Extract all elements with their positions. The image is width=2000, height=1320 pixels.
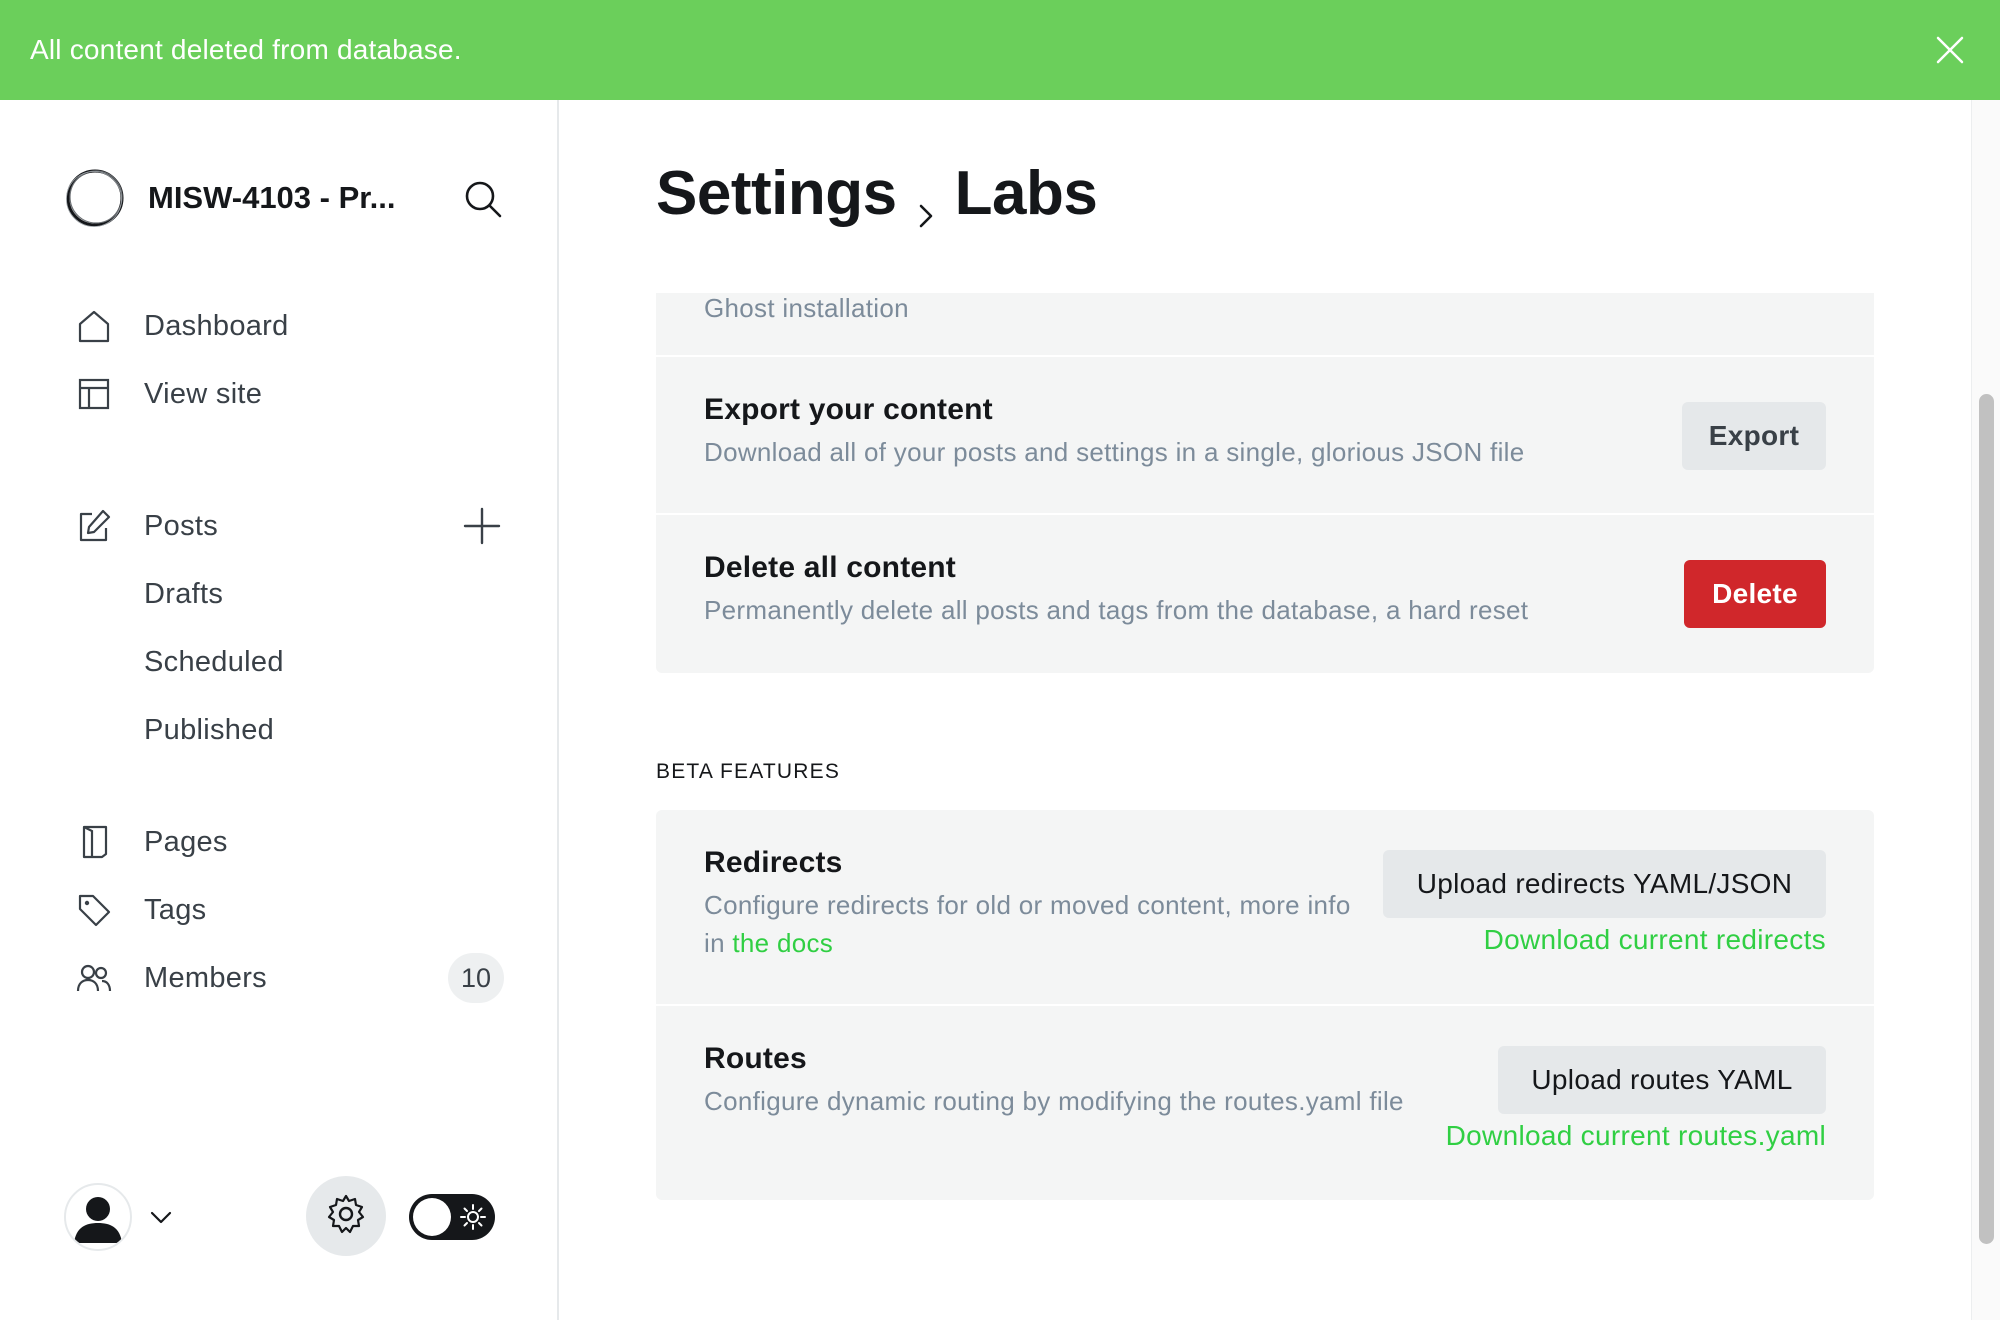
- avatar: [64, 1183, 132, 1251]
- notification-banner: All content deleted from database.: [0, 0, 2000, 100]
- pages-icon: [74, 822, 114, 862]
- page-title: Settings Labs: [656, 158, 1098, 229]
- export-button[interactable]: Export: [1682, 402, 1826, 470]
- redirects-desc: Configure redirects for old or moved con…: [704, 886, 1364, 962]
- members-icon: [74, 958, 114, 998]
- download-redirects-link[interactable]: Download current redirects: [1484, 924, 1826, 956]
- delete-title: Delete all content: [704, 551, 956, 584]
- breadcrumb-settings[interactable]: Settings: [656, 158, 897, 229]
- notification-message: All content deleted from database.: [30, 34, 462, 65]
- tag-icon: [74, 890, 114, 930]
- chevron-down-icon: [146, 1202, 176, 1232]
- nav-dashboard-label: Dashboard: [144, 309, 289, 342]
- export-row: Export your content Download all of your…: [656, 357, 1874, 515]
- nav-view-site[interactable]: View site: [74, 367, 504, 421]
- theme-toggle[interactable]: [409, 1194, 495, 1240]
- upload-routes-button[interactable]: Upload routes YAML: [1498, 1046, 1826, 1114]
- user-menu[interactable]: [64, 1183, 176, 1251]
- nav-tags[interactable]: Tags: [74, 883, 504, 937]
- breadcrumb-labs: Labs: [954, 159, 1098, 228]
- nav-pages[interactable]: Pages: [74, 815, 504, 869]
- sidebar: MISW-4103 - Pr... Dashboard View site Po…: [0, 100, 559, 1320]
- main-content: Settings Labs Ghost installation Export …: [561, 100, 1971, 1320]
- export-title: Export your content: [704, 393, 993, 426]
- delete-button[interactable]: Delete: [1684, 560, 1826, 628]
- nav-tags-label: Tags: [144, 893, 207, 926]
- beta-features-group: Redirects Configure redirects for old or…: [656, 810, 1874, 1200]
- site-title: MISW-4103 - Pr...: [148, 180, 396, 215]
- scrollbar-thumb[interactable]: [1979, 394, 1994, 1244]
- delete-row: Delete all content Permanently delete al…: [656, 515, 1874, 673]
- nav-members-label: Members: [144, 961, 267, 994]
- nav-drafts[interactable]: Drafts: [144, 569, 223, 619]
- chevron-right-icon: [913, 177, 939, 227]
- nav-view-site-label: View site: [144, 377, 263, 410]
- beta-features-heading: BETA FEATURES: [656, 760, 841, 783]
- import-row-partial: Ghost installation: [656, 293, 1874, 357]
- delete-desc: Permanently delete all posts and tags fr…: [704, 595, 1529, 625]
- nav-published[interactable]: Published: [144, 705, 274, 755]
- site-logo-icon: [64, 167, 126, 229]
- routes-desc: Configure dynamic routing by modifying t…: [704, 1086, 1404, 1116]
- members-count-badge: 10: [448, 953, 504, 1003]
- export-desc: Download all of your posts and settings …: [704, 437, 1525, 467]
- sun-icon: [459, 1203, 487, 1231]
- close-icon[interactable]: [1930, 30, 1970, 70]
- routes-row: Routes Configure dynamic routing by modi…: [656, 1006, 1874, 1200]
- download-routes-link[interactable]: Download current routes.yaml: [1446, 1120, 1826, 1152]
- nav-members[interactable]: Members 10: [74, 951, 504, 1005]
- settings-button[interactable]: [306, 1176, 386, 1256]
- scrollbar-track[interactable]: [1971, 100, 2000, 1320]
- migration-options-group: Ghost installation Export your content D…: [656, 293, 1874, 673]
- edit-icon: [74, 506, 114, 546]
- home-icon: [74, 306, 114, 346]
- nav-posts[interactable]: Posts: [74, 499, 504, 553]
- nav-dashboard[interactable]: Dashboard: [74, 299, 504, 353]
- nav-scheduled[interactable]: Scheduled: [144, 637, 284, 687]
- add-post-icon[interactable]: [460, 504, 504, 548]
- docs-link[interactable]: the docs: [732, 928, 833, 958]
- toggle-knob: [413, 1198, 451, 1236]
- gear-icon: [324, 1192, 368, 1241]
- import-desc-partial: Ghost installation: [704, 293, 909, 323]
- redirects-row: Redirects Configure redirects for old or…: [656, 810, 1874, 1006]
- layout-icon: [74, 374, 114, 414]
- nav-pages-label: Pages: [144, 825, 228, 858]
- upload-redirects-button[interactable]: Upload redirects YAML/JSON: [1383, 850, 1826, 918]
- site-brand[interactable]: MISW-4103 - Pr...: [64, 166, 504, 230]
- search-icon[interactable]: [462, 178, 504, 220]
- nav-posts-label: Posts: [144, 509, 219, 542]
